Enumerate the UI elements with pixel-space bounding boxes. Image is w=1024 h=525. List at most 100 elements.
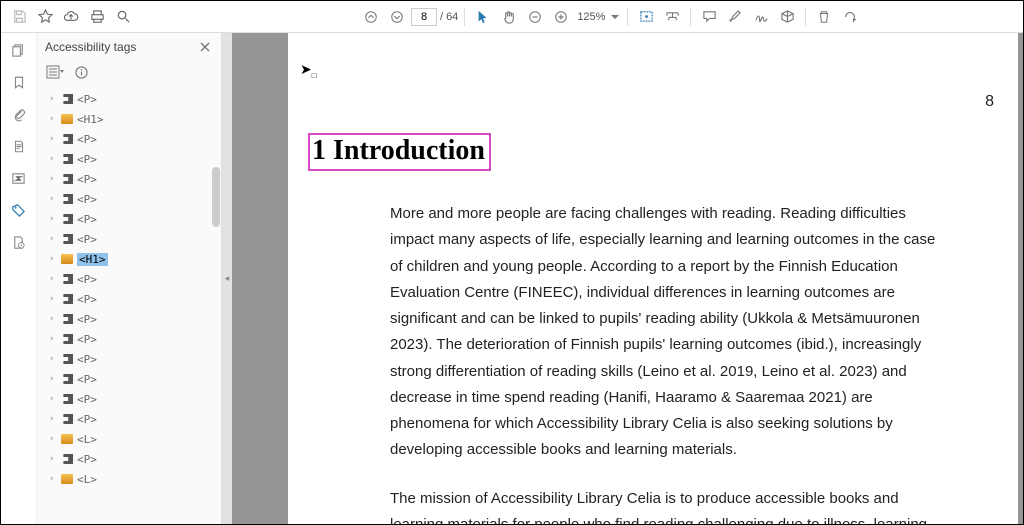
zoom-dropdown-icon[interactable]	[609, 5, 621, 29]
chevron-right-icon[interactable]: ›	[49, 394, 57, 404]
tag-label: <P>	[77, 93, 97, 106]
pointer-tool-icon[interactable]	[471, 5, 495, 29]
tree-row[interactable]: ›<P>	[37, 169, 221, 189]
tree-row[interactable]: ›<P>	[37, 369, 221, 389]
tree-row[interactable]: ›<H1>	[37, 109, 221, 129]
chevron-right-icon[interactable]: ›	[49, 454, 57, 464]
top-toolbar: / 64 125%	[1, 1, 1023, 33]
tree-row[interactable]: › <P>	[37, 189, 221, 209]
chevron-right-icon[interactable]: ›	[49, 354, 57, 364]
chevron-right-icon[interactable]: ›	[49, 114, 57, 124]
tag-label: <P>	[77, 293, 97, 306]
chevron-right-icon[interactable]: ›	[49, 234, 57, 244]
left-rail	[1, 33, 37, 524]
comment-icon[interactable]	[697, 5, 721, 29]
tree-row[interactable]: ›<P>	[37, 129, 221, 149]
chevron-right-icon[interactable]: ›	[49, 174, 57, 184]
page-current-input[interactable]	[411, 8, 437, 26]
paragraph-tag-icon	[61, 374, 73, 384]
tree-row[interactable]: › <P>	[37, 409, 221, 429]
chevron-right-icon[interactable]: ›	[49, 94, 57, 104]
chevron-right-icon[interactable]: ›	[49, 374, 57, 384]
rail-pages-icon[interactable]	[8, 39, 30, 61]
tag-label: <L>	[77, 433, 97, 446]
page-up-icon[interactable]	[359, 5, 383, 29]
tag-label: <P>	[77, 313, 97, 326]
chevron-right-icon[interactable]: ›	[49, 254, 57, 264]
hand-tool-icon[interactable]	[497, 5, 521, 29]
paragraph-tag-icon	[61, 174, 73, 184]
tree-row[interactable]: › <P>	[37, 449, 221, 469]
search-icon[interactable]	[111, 5, 135, 29]
rail-attach-icon[interactable]	[8, 103, 30, 125]
save-icon[interactable]	[7, 5, 31, 29]
tree-row[interactable]: › <P>	[37, 289, 221, 309]
rotate-icon[interactable]	[838, 5, 862, 29]
rail-tags-icon[interactable]	[8, 199, 30, 221]
chevron-right-icon[interactable]: ›	[49, 274, 57, 284]
panel-close-icon[interactable]	[197, 39, 213, 55]
stamp-icon[interactable]	[775, 5, 799, 29]
tree-row[interactable]: › <P>	[37, 309, 221, 329]
star-icon[interactable]	[33, 5, 57, 29]
chevron-right-icon[interactable]: ›	[49, 154, 57, 164]
chevron-right-icon[interactable]: ›	[49, 334, 57, 344]
chevron-right-icon[interactable]: ›	[49, 134, 57, 144]
tree-scrollbar-thumb[interactable]	[212, 167, 220, 227]
highlight-icon[interactable]	[723, 5, 747, 29]
tree-row[interactable]: › <P>	[37, 389, 221, 409]
tree-row[interactable]: ›<P>	[37, 209, 221, 229]
rail-secure-icon[interactable]	[8, 231, 30, 253]
cloud-upload-icon[interactable]	[59, 5, 83, 29]
tag-label: <P>	[77, 393, 97, 406]
read-mode-icon[interactable]	[634, 5, 658, 29]
panel-info-icon[interactable]	[73, 64, 89, 80]
chevron-right-icon[interactable]: ›	[49, 314, 57, 324]
chevron-right-icon[interactable]: ›	[49, 434, 57, 444]
print-icon[interactable]	[85, 5, 109, 29]
chevron-right-icon[interactable]: ›	[49, 474, 57, 484]
tree-row[interactable]: › <P>	[37, 89, 221, 109]
page-down-icon[interactable]	[385, 5, 409, 29]
panel-collapse-handle[interactable]: ◂	[222, 33, 232, 524]
paragraph-tag-icon	[61, 354, 73, 364]
zoom-in-icon[interactable]	[549, 5, 573, 29]
tree-row[interactable]: ›<L>	[37, 469, 221, 489]
cursor-icon: ➤□	[300, 61, 317, 80]
tag-label: <P>	[77, 413, 97, 426]
sign-icon[interactable]	[749, 5, 773, 29]
tree-row[interactable]: ›<P>	[37, 269, 221, 289]
tag-label: <P>	[77, 453, 97, 466]
heading-tag-icon	[61, 434, 73, 444]
tree-row[interactable]: › <P>	[37, 329, 221, 349]
tag-label: <P>	[77, 193, 97, 206]
chevron-right-icon[interactable]: ›	[49, 194, 57, 204]
tree-row[interactable]: ›<P>	[37, 349, 221, 369]
document-viewport[interactable]: ➤□ 8 1 Introduction More and more people…	[232, 33, 1023, 524]
chevron-right-icon[interactable]: ›	[49, 414, 57, 424]
paragraph-tag-icon	[61, 234, 73, 244]
tag-label: <H1>	[77, 253, 108, 266]
doc-heading: 1 Introduction	[308, 133, 491, 171]
tags-tree[interactable]: ›<P>›<H1>›<P>›<P>›<P>›<P>›<P>›<P>›<H1>›<…	[37, 87, 221, 524]
rail-bookmark-icon[interactable]	[8, 71, 30, 93]
zoom-level[interactable]: 125%	[577, 11, 605, 23]
tree-row[interactable]: ›<P>	[37, 149, 221, 169]
page-number-label: 8	[985, 93, 994, 111]
paragraph-tag-icon	[61, 134, 73, 144]
tree-row[interactable]: › <L>	[37, 429, 221, 449]
paragraph-tag-icon	[61, 94, 73, 104]
tree-row[interactable]: › <H1>	[37, 249, 221, 269]
reflow-icon[interactable]	[660, 5, 684, 29]
tree-row[interactable]: ›<P>	[37, 229, 221, 249]
rail-doc-icon[interactable]	[8, 135, 30, 157]
delete-icon[interactable]	[812, 5, 836, 29]
zoom-out-icon[interactable]	[523, 5, 547, 29]
chevron-right-icon[interactable]: ›	[49, 214, 57, 224]
panel-options-icon[interactable]	[45, 63, 65, 81]
heading-tag-icon	[61, 254, 73, 264]
doc-paragraph: The mission of Accessibility Library Cel…	[390, 486, 950, 525]
chevron-right-icon[interactable]: ›	[49, 294, 57, 304]
tag-label: <P>	[77, 333, 97, 346]
rail-z-icon[interactable]	[8, 167, 30, 189]
